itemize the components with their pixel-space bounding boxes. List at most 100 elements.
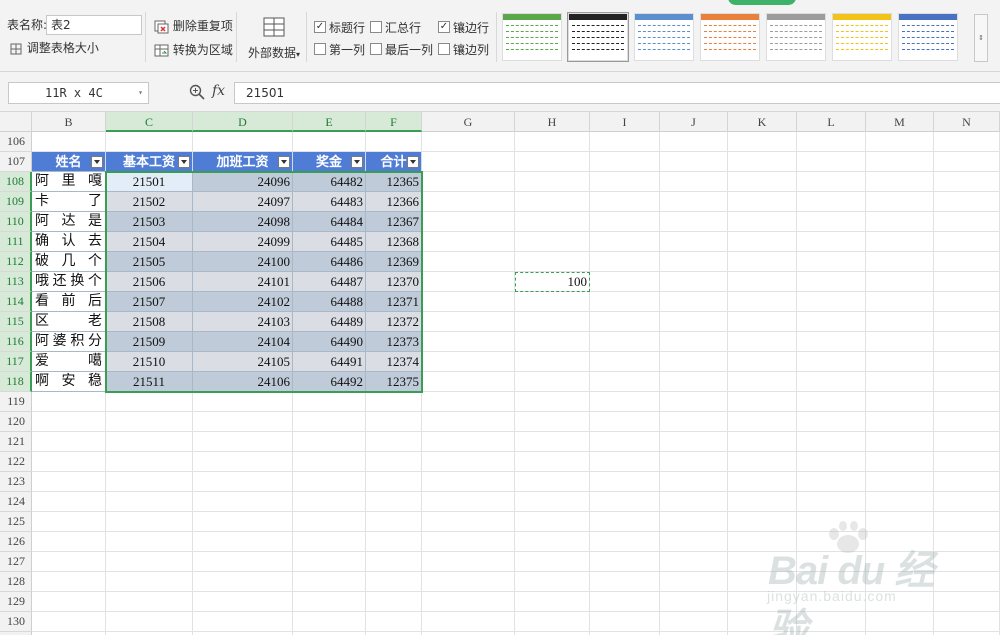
convert-to-range-button[interactable]: 转换为区域 (154, 42, 233, 58)
column-header-b[interactable]: B (32, 112, 106, 132)
filter-dropdown-icon[interactable] (407, 156, 419, 168)
resize-table-button[interactable]: 调整表格大小 (9, 40, 99, 56)
row-header-120[interactable]: 120 (0, 412, 32, 432)
formula-input[interactable]: 21501 (234, 82, 1000, 104)
value-cell[interactable]: 12371 (366, 292, 422, 312)
value-cell[interactable]: 64489 (293, 312, 366, 332)
value-cell[interactable]: 21510 (106, 352, 193, 372)
value-cell[interactable]: 24104 (193, 332, 293, 352)
table-header-cell[interactable]: 合计 (366, 152, 422, 172)
value-cell[interactable]: 64486 (293, 252, 366, 272)
column-header-g[interactable]: G (422, 112, 515, 132)
value-cell[interactable]: 21501 (106, 172, 193, 192)
value-cell[interactable]: 21505 (106, 252, 193, 272)
row-header-123[interactable]: 123 (0, 472, 32, 492)
name-cell[interactable]: 哦还换个哦还换个 (32, 272, 106, 292)
column-header-e[interactable]: E (293, 112, 366, 132)
table-style-swatch[interactable] (898, 13, 958, 61)
table-name-input[interactable]: 表2 (46, 15, 142, 35)
value-cell[interactable]: 12366 (366, 192, 422, 212)
value-cell[interactable]: 12372 (366, 312, 422, 332)
option-checkbox[interactable] (370, 21, 382, 33)
name-cell[interactable]: 爱噶爱噶 (32, 352, 106, 372)
remove-duplicates-button[interactable]: 删除重复项 (154, 18, 233, 34)
column-header-h[interactable]: H (515, 112, 590, 132)
value-cell[interactable]: 24097 (193, 192, 293, 212)
value-cell[interactable]: 21504 (106, 232, 193, 252)
option-checkbox[interactable] (438, 43, 450, 55)
table-header-cell[interactable]: 基本工资 (106, 152, 193, 172)
row-header-121[interactable]: 121 (0, 432, 32, 452)
table-style-swatch[interactable] (634, 13, 694, 61)
column-header-i[interactable]: I (590, 112, 660, 132)
name-cell[interactable]: 啊安稳啊安稳 (32, 372, 106, 392)
row-header-109[interactable]: 109 (0, 192, 32, 212)
table-style-swatch[interactable] (700, 13, 760, 61)
option-checkbox[interactable] (314, 21, 326, 33)
name-cell[interactable]: 确认去确认去 (32, 232, 106, 252)
value-cell[interactable]: 24098 (193, 212, 293, 232)
value-cell[interactable]: 64490 (293, 332, 366, 352)
value-cell[interactable]: 64491 (293, 352, 366, 372)
row-header-115[interactable]: 115 (0, 312, 32, 332)
row-header-129[interactable]: 129 (0, 592, 32, 612)
row-header-111[interactable]: 111 (0, 232, 32, 252)
table-header-cell[interactable]: 加班工资 (193, 152, 293, 172)
row-header-106[interactable]: 106 (0, 132, 32, 152)
value-cell[interactable]: 64484 (293, 212, 366, 232)
value-cell[interactable]: 12374 (366, 352, 422, 372)
column-header-m[interactable]: M (866, 112, 934, 132)
value-cell[interactable]: 12368 (366, 232, 422, 252)
row-header-118[interactable]: 118 (0, 372, 32, 392)
value-cell[interactable]: 21511 (106, 372, 193, 392)
value-cell[interactable]: 21508 (106, 312, 193, 332)
value-cell[interactable]: 64483 (293, 192, 366, 212)
table-style-swatch[interactable] (502, 13, 562, 61)
row-header-128[interactable]: 128 (0, 572, 32, 592)
row-header-110[interactable]: 110 (0, 212, 32, 232)
value-cell[interactable]: 64482 (293, 172, 366, 192)
tab-table-tools[interactable] (728, 0, 796, 5)
filter-dropdown-icon[interactable] (351, 156, 363, 168)
name-cell[interactable]: 破几个破几个 (32, 252, 106, 272)
column-header-c[interactable]: C (106, 112, 193, 132)
value-cell[interactable]: 24099 (193, 232, 293, 252)
row-header-124[interactable]: 124 (0, 492, 32, 512)
row-header-107[interactable]: 107 (0, 152, 32, 172)
column-header-j[interactable]: J (660, 112, 728, 132)
name-box[interactable]: 11R x 4C ▾ (8, 82, 149, 104)
value-cell[interactable]: 21507 (106, 292, 193, 312)
option-checkbox[interactable] (370, 43, 382, 55)
insert-function-button[interactable]: fx (212, 83, 225, 99)
select-all-corner[interactable] (0, 112, 32, 132)
value-cell[interactable]: 24102 (193, 292, 293, 312)
value-cell[interactable]: 21503 (106, 212, 193, 232)
row-header-113[interactable]: 113 (0, 272, 32, 292)
table-style-swatch[interactable] (766, 13, 826, 61)
option-checkbox[interactable] (438, 21, 450, 33)
row-header-127[interactable]: 127 (0, 552, 32, 572)
option-checkbox[interactable] (314, 43, 326, 55)
name-cell[interactable]: 卡了卡了 (32, 192, 106, 212)
name-cell[interactable]: 阿里嘎阿里嘎 (32, 172, 106, 192)
value-cell[interactable]: 24100 (193, 252, 293, 272)
row-header-116[interactable]: 116 (0, 332, 32, 352)
value-cell[interactable]: 12373 (366, 332, 422, 352)
row-header-114[interactable]: 114 (0, 292, 32, 312)
table-header-cell[interactable]: 奖金 (293, 152, 366, 172)
row-header-112[interactable]: 112 (0, 252, 32, 272)
value-cell[interactable]: 64492 (293, 372, 366, 392)
table-style-swatch[interactable] (567, 12, 629, 62)
filter-dropdown-icon[interactable] (278, 156, 290, 168)
value-cell[interactable]: 24103 (193, 312, 293, 332)
column-header-n[interactable]: N (934, 112, 1000, 132)
row-header-126[interactable]: 126 (0, 532, 32, 552)
name-cell[interactable]: 区老区老 (32, 312, 106, 332)
name-cell[interactable]: 阿婆积分阿婆积分 (32, 332, 106, 352)
zoom-icon[interactable] (189, 84, 205, 104)
column-header-d[interactable]: D (193, 112, 293, 132)
value-cell[interactable]: 64488 (293, 292, 366, 312)
column-header-k[interactable]: K (728, 112, 797, 132)
row-header-117[interactable]: 117 (0, 352, 32, 372)
value-cell[interactable]: 24105 (193, 352, 293, 372)
